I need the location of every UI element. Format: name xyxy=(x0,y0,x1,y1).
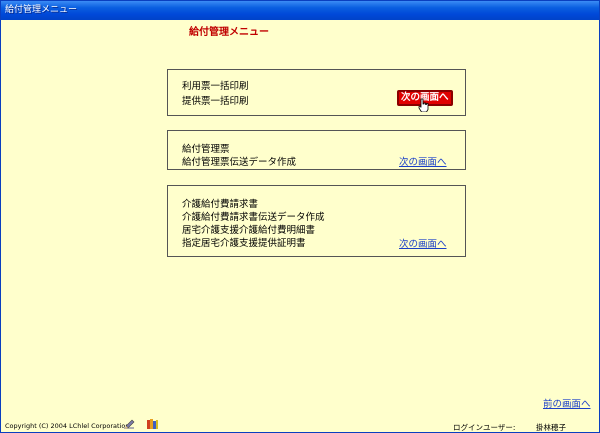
menu-item-provision-ticket-bulk-print: 提供票一括印刷 xyxy=(182,96,249,107)
login-user-label: ログインユーザー: xyxy=(453,423,516,432)
menu-item-care-benefit-claim: 介護給付費請求書 xyxy=(182,199,259,210)
books-icon[interactable] xyxy=(146,418,159,430)
previous-screen-link[interactable]: 前の画面へ xyxy=(543,396,591,410)
hand-pointer-cursor-icon xyxy=(418,98,429,112)
window-title: 給付管理メニュー xyxy=(5,5,78,15)
pencil-icon[interactable] xyxy=(123,418,136,430)
page-title: 給付管理メニュー xyxy=(189,27,269,38)
care-benefit-claim-panel: 介護給付費請求書 介護給付費請求書伝送データ作成 居宅介護支援介護給付費明細書 … xyxy=(167,185,466,257)
copyright-text: Copyright (C) 2004 LChlel Corporation xyxy=(5,422,130,430)
next-screen-link-benefit[interactable]: 次の画面へ xyxy=(399,154,447,168)
menu-item-usage-ticket-bulk-print: 利用票一括印刷 xyxy=(182,81,249,92)
menu-item-benefit-management-transmission-data: 給付管理票伝送データ作成 xyxy=(182,157,297,168)
menu-item-home-care-support-statement: 居宅介護支援介護給付費明細書 xyxy=(182,225,316,236)
print-panel: 利用票一括印刷 提供票一括印刷 次の画面へ xyxy=(167,69,466,116)
benefit-management-panel: 給付管理票 給付管理票伝送データ作成 次の画面へ xyxy=(167,130,466,170)
menu-item-care-benefit-claim-transmission-data: 介護給付費請求書伝送データ作成 xyxy=(182,212,325,223)
main-window: 給付管理メニュー 給付管理メニュー 利用票一括印刷 提供票一括印刷 次の画面へ … xyxy=(0,0,600,433)
menu-item-designated-home-care-certificate: 指定居宅介護支援提供証明書 xyxy=(182,238,306,249)
menu-item-benefit-management-ticket: 給付管理票 xyxy=(182,144,230,155)
window-titlebar[interactable]: 給付管理メニュー xyxy=(1,1,599,20)
login-user-name: 掛林穂子 xyxy=(536,423,566,432)
next-screen-link-claim[interactable]: 次の画面へ xyxy=(399,236,447,250)
